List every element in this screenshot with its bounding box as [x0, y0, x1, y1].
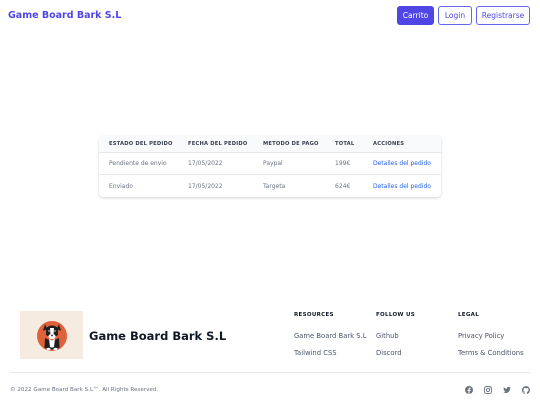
order-status: Enviado — [99, 174, 178, 197]
footer-link-tailwind[interactable]: Tailwind CSS — [294, 349, 367, 357]
register-button[interactable]: Registrarse — [476, 6, 530, 25]
column-header-payment: METODO DE PAGO — [253, 136, 325, 152]
order-status: Pendiente de envio — [99, 151, 178, 175]
footer-follow-title: FOLLOW US — [376, 312, 416, 318]
footer-link-privacy[interactable]: Privacy Policy — [458, 332, 524, 340]
orders-table: ESTADO DEL PEDIDO FECHA DEL PEDIDO METOD… — [99, 136, 441, 197]
footer-follow: FOLLOW US Github Discord — [376, 312, 415, 366]
order-total: 199€ — [325, 151, 363, 175]
column-header-total: TOTAL — [325, 136, 363, 152]
brand-title[interactable]: Game Board Bark S.L — [8, 10, 121, 21]
order-details-link[interactable]: Detalles del pedido — [363, 174, 441, 197]
footer-link-github[interactable]: Github — [376, 332, 415, 340]
table-header-row: ESTADO DEL PEDIDO FECHA DEL PEDIDO METOD… — [99, 136, 441, 152]
column-header-status: ESTADO DEL PEDIDO — [99, 136, 178, 152]
table-row: Enviado 17/05/2022 Targeta 624€ Detalles… — [99, 174, 441, 197]
footer-link-discord[interactable]: Discord — [376, 349, 415, 357]
order-payment: Targeta — [253, 174, 325, 197]
facebook-icon[interactable] — [465, 386, 473, 394]
footer-link-game-board[interactable]: Game Board Bark S.L — [294, 332, 367, 340]
column-header-date: FECHA DEL PEDIDO — [178, 136, 253, 152]
column-header-actions: ACCIONES — [363, 136, 441, 152]
footer-link-terms[interactable]: Terms & Conditions — [458, 349, 524, 357]
footer-legal-title: LEGAL — [458, 312, 480, 318]
footer-legal: LEGAL Privacy Policy Terms & Conditions — [458, 312, 524, 366]
cart-button[interactable]: Carrito — [397, 6, 434, 25]
footer-brand: Game Board Bark S.L — [89, 329, 227, 343]
footer-divider — [10, 372, 530, 373]
order-total: 624€ — [325, 174, 363, 197]
dog-logo-icon — [36, 321, 67, 351]
login-button[interactable]: Login — [438, 6, 472, 25]
navbar: Game Board Bark S.L Carrito Login Regist… — [0, 0, 540, 32]
order-date: 17/05/2022 — [178, 174, 253, 197]
table-row: Pendiente de envio 17/05/2022 Paypal 199… — [99, 151, 441, 175]
order-payment: Paypal — [253, 151, 325, 175]
order-date: 17/05/2022 — [178, 151, 253, 175]
footer-resources: RESOURCES Game Board Bark S.L Tailwind C… — [294, 312, 367, 366]
github-icon[interactable] — [522, 386, 530, 394]
social-links — [465, 386, 530, 394]
footer-logo[interactable] — [20, 311, 83, 359]
nav-buttons: Carrito Login Registrarse — [397, 6, 530, 25]
footer-resources-title: RESOURCES — [294, 312, 334, 318]
instagram-icon[interactable] — [484, 386, 492, 394]
twitter-icon[interactable] — [503, 386, 511, 394]
copyright-text: © 2022 Game Board Bark S.L™. All Rights … — [10, 387, 159, 393]
order-details-link[interactable]: Detalles del pedido — [363, 151, 441, 175]
